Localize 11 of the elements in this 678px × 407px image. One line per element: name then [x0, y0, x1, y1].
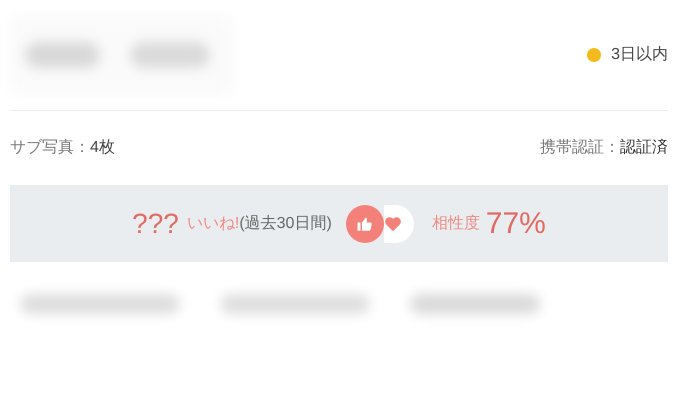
phone-label: 携帯認証：	[540, 138, 620, 158]
like-label: いいね!	[186, 214, 240, 234]
compat-value: 77%	[486, 206, 546, 242]
like-period: (過去30日間)	[239, 214, 332, 234]
compat-label: 相性度	[432, 214, 480, 234]
like-count: ???	[132, 206, 179, 240]
status-text: 3日以内	[611, 44, 668, 65]
thumbs-up-icon[interactable]	[346, 204, 384, 242]
photos-value: 4枚	[90, 138, 115, 158]
phone-value: 認証済	[620, 138, 668, 158]
photos-label: サブ写真：	[10, 138, 90, 158]
